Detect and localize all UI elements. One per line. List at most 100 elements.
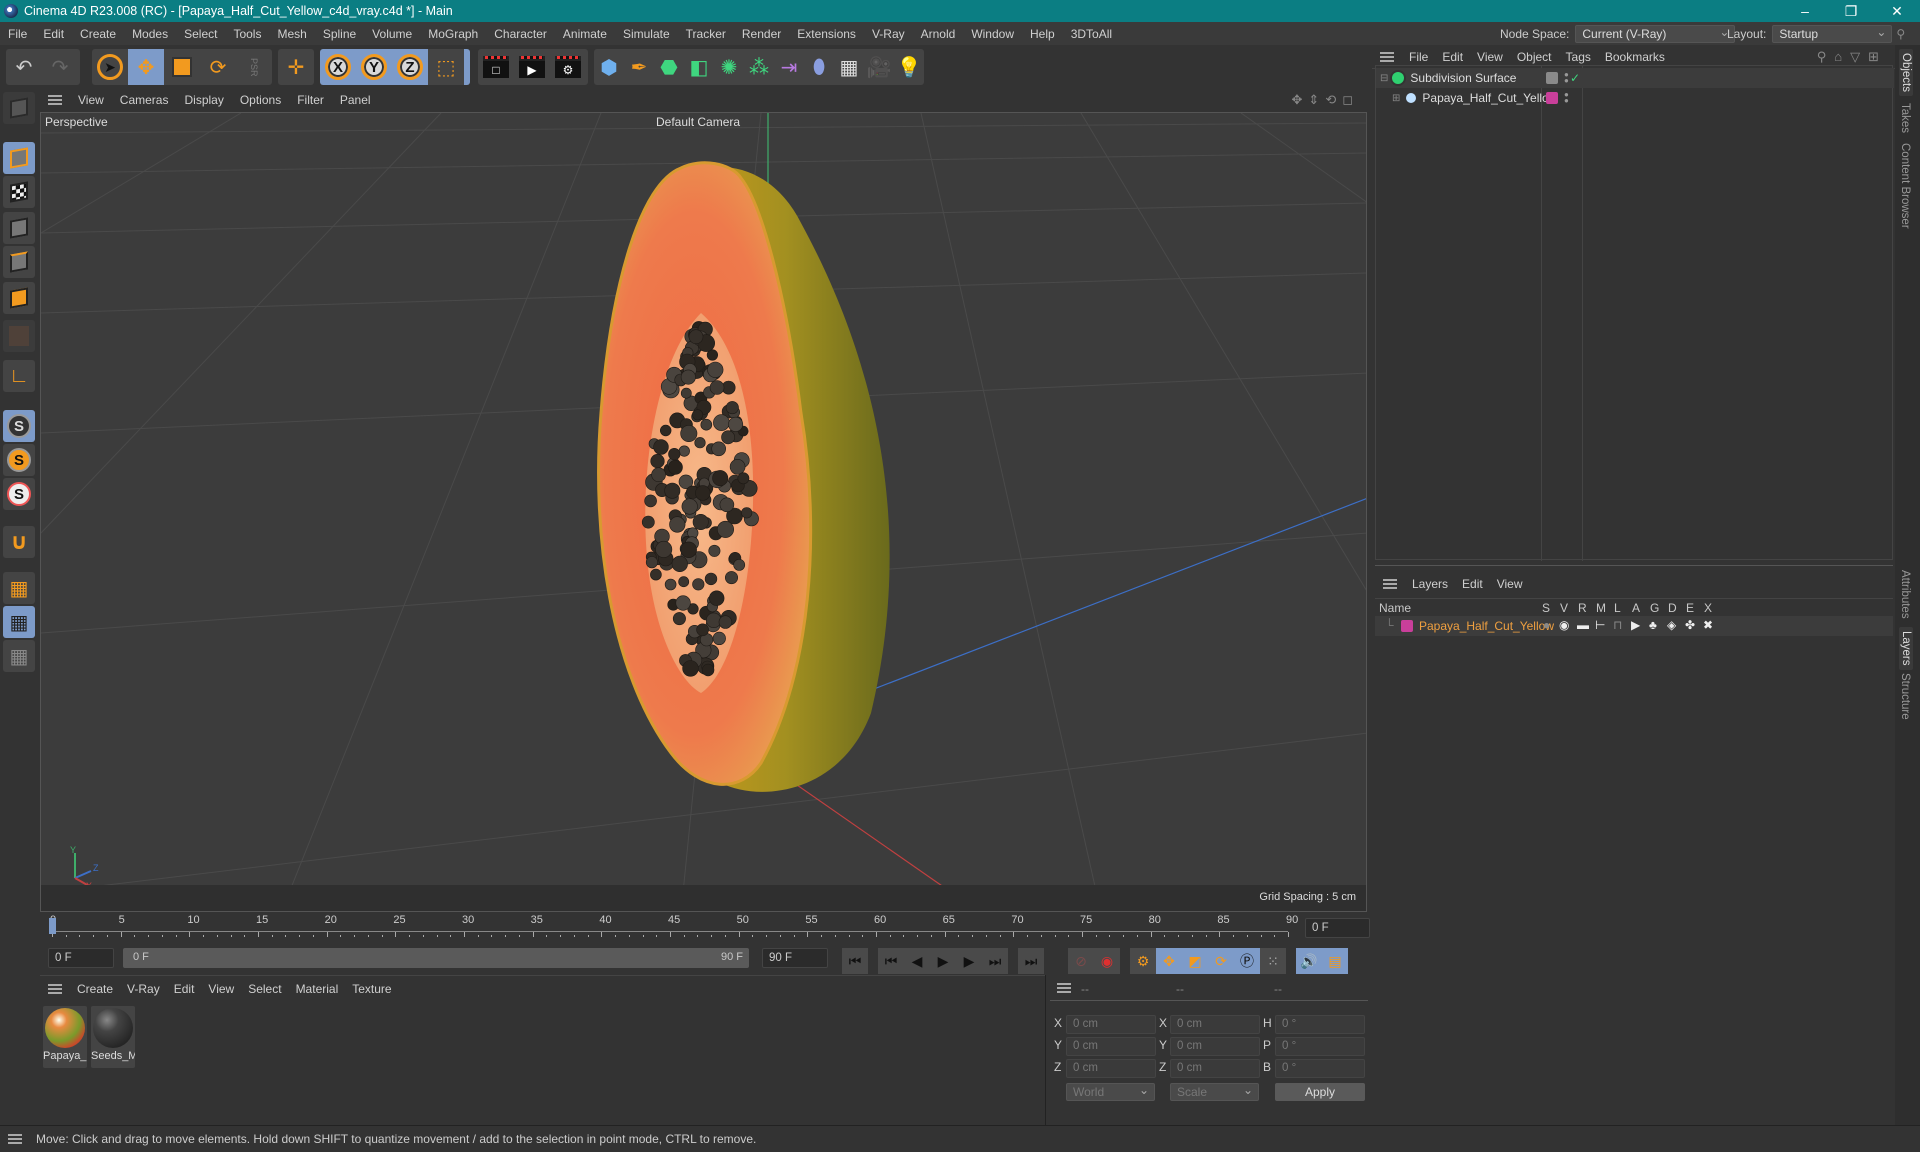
size-z-field[interactable]: 0 cm	[1170, 1059, 1260, 1078]
menu-character[interactable]: Character	[486, 27, 555, 41]
subdivision-button[interactable]: ⬣	[654, 49, 684, 85]
make-editable-button[interactable]	[3, 92, 35, 124]
material-menu-texture[interactable]: Texture	[345, 982, 398, 996]
floor-button[interactable]: ▦	[834, 49, 864, 85]
locked-workplane-button[interactable]: ▦	[3, 606, 35, 638]
scale-tool-button[interactable]	[164, 49, 200, 85]
node-space-dropdown[interactable]: Current (V-Ray)	[1575, 24, 1736, 43]
material-menu-material[interactable]: Material	[289, 982, 346, 996]
menu-volume[interactable]: Volume	[364, 27, 420, 41]
col-solo[interactable]: S	[1542, 601, 1550, 615]
generator-icon[interactable]: ♣	[1649, 618, 1657, 632]
status-hamburger-icon[interactable]	[8, 1134, 22, 1144]
3d-viewport[interactable]: Perspective Default Camera Y Z X Grid Sp…	[40, 112, 1367, 912]
render-picture-viewer-button[interactable]: ▶	[514, 49, 550, 85]
xref-icon[interactable]: ✖	[1703, 618, 1713, 632]
new-view-icon[interactable]: ⊞	[1868, 49, 1887, 64]
collapse-icon[interactable]: ⊟	[1380, 73, 1388, 84]
tab-layers[interactable]: Layers	[1899, 627, 1913, 670]
sound-button[interactable]: 🔊	[1296, 948, 1322, 974]
menu-arnold[interactable]: Arnold	[913, 27, 964, 41]
cube-button[interactable]: ⬢	[594, 49, 624, 85]
pos-x-field[interactable]: 0 cm	[1066, 1015, 1156, 1034]
material-hamburger-icon[interactable]	[48, 984, 62, 994]
render-settings-button[interactable]: ⚙	[550, 49, 586, 85]
menu-3dtoall[interactable]: 3DToAll	[1063, 27, 1120, 41]
tab-content-browser[interactable]: Content Browser	[1899, 143, 1911, 229]
start-frame-field[interactable]: 0 F	[48, 948, 114, 968]
menu-render[interactable]: Render	[734, 27, 789, 41]
animation-play-icon[interactable]: ▶	[1631, 618, 1640, 632]
rotate-tool-button[interactable]: ⟳	[200, 49, 236, 85]
magnet-tool-button[interactable]: ∪	[3, 526, 35, 558]
menu-spline[interactable]: Spline	[315, 27, 364, 41]
key-rotation-button[interactable]: ⟳	[1208, 948, 1234, 974]
end-frame-field[interactable]: 90 F	[762, 948, 828, 968]
object-manager-hamburger-icon[interactable]	[1380, 51, 1394, 62]
manager-hierarchy-icon[interactable]: ⊢	[1595, 618, 1605, 632]
pos-z-field[interactable]: 0 cm	[1066, 1059, 1156, 1078]
model-mode-button[interactable]	[3, 142, 35, 174]
viewport-menu-view[interactable]: View	[70, 93, 112, 107]
timeline-playhead[interactable]	[49, 918, 56, 934]
move-tool-button[interactable]: ✥	[128, 49, 164, 85]
menu-edit[interactable]: Edit	[35, 27, 72, 41]
snap-enable-button[interactable]: S	[3, 410, 35, 442]
mograph-button[interactable]: ⁂	[744, 49, 774, 85]
menu-file[interactable]: File	[0, 27, 35, 41]
object-menu-object[interactable]: Object	[1510, 50, 1559, 64]
psr-tool-button[interactable]: PSR	[236, 49, 272, 85]
menu-extensions[interactable]: Extensions	[789, 27, 864, 41]
tab-objects[interactable]: Objects	[1899, 49, 1913, 96]
deformer-icon[interactable]: ◈	[1667, 618, 1676, 632]
menu-animate[interactable]: Animate	[555, 27, 615, 41]
field-button[interactable]: ⬮	[804, 49, 834, 85]
layer-menu-layers[interactable]: Layers	[1405, 577, 1455, 591]
points-mode-button[interactable]	[3, 212, 35, 244]
material-menu-edit[interactable]: Edit	[167, 982, 202, 996]
col-manager[interactable]: M	[1596, 601, 1606, 615]
tab-takes[interactable]: Takes	[1899, 103, 1911, 133]
pos-y-field[interactable]: 0 cm	[1066, 1037, 1156, 1056]
render-clapper-icon[interactable]: ▬	[1577, 618, 1589, 632]
object-row-papaya[interactable]: ⊞ Papaya_Half_Cut_Yellow ● ●	[1376, 88, 1894, 108]
search-icon[interactable]: ⚲	[1896, 27, 1905, 41]
timeline-window-button[interactable]: ▤	[1322, 948, 1348, 974]
menu-create[interactable]: Create	[72, 27, 124, 41]
material-menu-create[interactable]: Create	[70, 982, 120, 996]
layer-color-swatch[interactable]	[1401, 620, 1413, 632]
menu-window[interactable]: Window	[963, 27, 1022, 41]
key-settings-button[interactable]: ⚙	[1130, 948, 1156, 974]
enabled-check-icon[interactable]: ✓	[1570, 71, 1580, 85]
material-menu-vray[interactable]: V-Ray	[120, 982, 167, 996]
viewport-menu-cameras[interactable]: Cameras	[112, 93, 177, 107]
viewport-navigation-icons[interactable]: ✥⇕⟲◻	[1292, 92, 1359, 108]
polygons-mode-button[interactable]	[3, 282, 35, 314]
layer-name[interactable]: Papaya_Half_Cut_Yellow	[1419, 619, 1554, 633]
col-generators[interactable]: G	[1650, 601, 1659, 615]
menu-simulate[interactable]: Simulate	[615, 27, 678, 41]
menu-select[interactable]: Select	[176, 27, 225, 41]
key-position-button[interactable]: ✥	[1156, 948, 1182, 974]
pen-spline-button[interactable]: ✒	[624, 49, 654, 85]
menu-mesh[interactable]: Mesh	[269, 27, 314, 41]
uv-mode-button[interactable]	[3, 320, 35, 352]
object-menu-file[interactable]: File	[1402, 50, 1435, 64]
previous-key-button[interactable]: ⏮	[878, 948, 904, 974]
rot-b-field[interactable]: 0 °	[1275, 1059, 1365, 1078]
col-visible[interactable]: V	[1560, 601, 1568, 615]
coordinates-hamburger-icon[interactable]	[1057, 983, 1071, 993]
texture-mode-button[interactable]	[3, 176, 35, 208]
viewport-menu-display[interactable]: Display	[176, 93, 231, 107]
layer-manager-hamburger-icon[interactable]	[1383, 579, 1397, 589]
object-menu-view[interactable]: View	[1470, 50, 1510, 64]
layer-color-swatch[interactable]	[1546, 72, 1558, 84]
col-xrefs[interactable]: X	[1704, 601, 1712, 615]
edges-mode-button[interactable]	[3, 246, 35, 278]
render-view-button[interactable]: □	[478, 49, 514, 85]
col-animation[interactable]: A	[1632, 601, 1640, 615]
coordinate-mode-dropdown[interactable]: Scale	[1170, 1082, 1259, 1101]
viewport-menu-options[interactable]: Options	[232, 93, 289, 107]
menu-mograph[interactable]: MoGraph	[420, 27, 486, 41]
size-x-field[interactable]: 0 cm	[1170, 1015, 1260, 1034]
